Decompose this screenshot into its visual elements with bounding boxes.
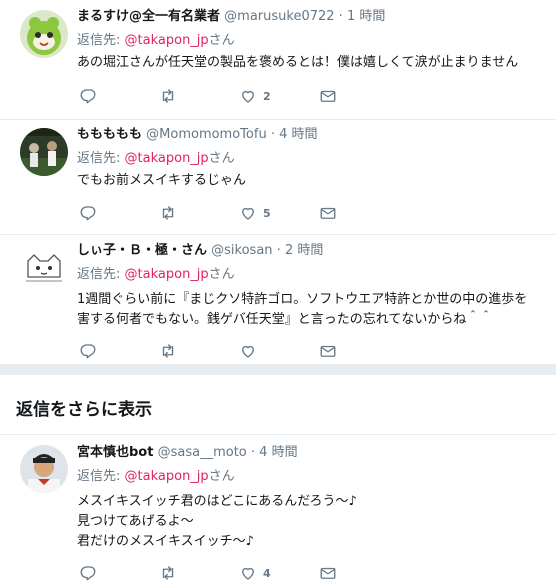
reply-prefix: 返信先: xyxy=(77,469,121,484)
display-name[interactable]: 宮本慎也bot xyxy=(77,445,153,460)
retweet-icon xyxy=(162,344,174,358)
avatar[interactable] xyxy=(20,243,68,291)
username[interactable]: @marusuke0722 xyxy=(224,9,334,24)
section-divider xyxy=(0,365,556,375)
like-count: 5 xyxy=(263,206,271,220)
separator-dot: · xyxy=(250,445,256,460)
avatar[interactable] xyxy=(20,10,68,58)
reply-icon xyxy=(80,206,96,221)
separator-dot: · xyxy=(276,243,281,258)
show-more-label[interactable]: 返信をさらに表示 xyxy=(16,395,152,420)
tweet[interactable]: まるすけ@全一有名業者 @marusuke0722 · 1 時間 返信先: @t… xyxy=(0,0,556,120)
reply-button[interactable] xyxy=(79,86,97,106)
separator-dot: · xyxy=(338,9,343,24)
retweet-icon xyxy=(162,89,174,103)
tweet-header: まるすけ@全一有名業者 @marusuke0722 · 1 時間 xyxy=(77,8,385,26)
reply-button[interactable] xyxy=(79,341,97,361)
reply-prefix: 返信先: xyxy=(77,33,121,48)
like-icon xyxy=(242,90,254,103)
like-icon xyxy=(242,567,254,580)
reply-context: 返信先: @takapon_jpさん xyxy=(77,468,235,486)
display-name[interactable]: しぃ子・Ｂ・極・さん xyxy=(77,243,207,258)
retweet-button[interactable] xyxy=(159,563,177,583)
envelope-icon xyxy=(320,207,336,219)
tweet[interactable]: ももももも @MomomomoTofu · 4 時間 返信先: @takapon… xyxy=(0,120,556,235)
username[interactable]: @sasa__moto xyxy=(158,445,247,460)
dm-button[interactable] xyxy=(319,86,337,106)
like-button[interactable]: 2 xyxy=(239,86,271,106)
retweet-button[interactable] xyxy=(159,341,177,361)
retweet-button[interactable] xyxy=(159,86,177,106)
dm-button[interactable] xyxy=(319,563,337,583)
retweet-icon xyxy=(162,566,174,580)
tweet-line: あの堀江さんが任天堂の製品を褒めるとは！僕は嬉しくて涙が止まりません xyxy=(77,55,519,70)
reply-suffix: さん xyxy=(208,151,235,166)
like-icon xyxy=(242,345,254,358)
dm-button[interactable] xyxy=(319,341,337,361)
reply-button[interactable] xyxy=(79,563,97,583)
like-button[interactable]: 5 xyxy=(239,203,271,223)
like-count: 2 xyxy=(263,89,271,103)
tweet-text: でもお前メスイキするじゃん xyxy=(77,171,246,191)
tweet-text: 1週間ぐらい前に『まじクソ特許ゴロ。ソフトウエア特許とか世の中の進歩を 害する何… xyxy=(77,290,527,330)
reply-icon xyxy=(80,344,96,359)
username[interactable]: @MomomomoTofu xyxy=(146,127,267,142)
timestamp[interactable]: 4 時間 xyxy=(259,445,297,460)
reply-context: 返信先: @takapon_jpさん xyxy=(77,266,235,284)
reply-prefix: 返信先: xyxy=(77,267,121,282)
retweet-button[interactable] xyxy=(159,203,177,223)
envelope-icon xyxy=(320,567,336,579)
envelope-icon xyxy=(320,345,336,357)
tweet-line: 君だけのメスイキスイッチ〜♪ xyxy=(77,534,254,549)
mention-link[interactable]: @takapon_jp xyxy=(125,33,209,48)
mention-link[interactable]: @takapon_jp xyxy=(125,151,209,166)
retweet-icon xyxy=(162,206,174,220)
timestamp[interactable]: 4 時間 xyxy=(279,127,317,142)
mention-link[interactable]: @takapon_jp xyxy=(125,267,209,282)
reply-suffix: さん xyxy=(208,33,235,48)
tweet-line: 見つけてあげるよ〜 xyxy=(77,514,194,529)
reply-icon xyxy=(80,566,96,581)
like-count: 4 xyxy=(263,566,271,580)
reply-suffix: さん xyxy=(208,469,235,484)
like-button[interactable] xyxy=(239,341,263,361)
like-button[interactable]: 4 xyxy=(239,563,271,583)
reply-context: 返信先: @takapon_jpさん xyxy=(77,150,235,168)
username[interactable]: @sikosan xyxy=(211,243,272,258)
envelope-icon xyxy=(320,90,336,102)
tweet-line: メスイキスイッチ君のはどこにあるんだろう〜♪ xyxy=(77,494,357,509)
tweet-text: あの堀江さんが任天堂の製品を褒めるとは！僕は嬉しくて涙が止まりません xyxy=(77,53,518,73)
display-name[interactable]: ももももも xyxy=(77,127,142,142)
timestamp[interactable]: 1 時間 xyxy=(347,9,385,24)
tweet[interactable]: 宮本慎也bot @sasa__moto · 4 時間 返信先: @takapon… xyxy=(0,435,556,581)
dm-button[interactable] xyxy=(319,203,337,223)
mention-link[interactable]: @takapon_jp xyxy=(125,469,209,484)
tweet-header: ももももも @MomomomoTofu · 4 時間 xyxy=(77,126,318,144)
separator-dot: · xyxy=(270,127,275,142)
reply-context: 返信先: @takapon_jpさん xyxy=(77,32,235,50)
show-more-replies[interactable]: 返信をさらに表示 xyxy=(0,375,556,435)
reply-icon xyxy=(80,89,96,104)
display-name[interactable]: まるすけ@全一有名業者 xyxy=(77,9,220,24)
avatar[interactable] xyxy=(20,128,68,176)
tweet-line: 1週間ぐらい前に『まじクソ特許ゴロ。ソフトウエア特許とか世の中の進歩を xyxy=(77,292,528,307)
reply-button[interactable] xyxy=(79,203,97,223)
like-icon xyxy=(242,207,254,220)
avatar[interactable] xyxy=(20,445,68,493)
tweet-header: 宮本慎也bot @sasa__moto · 4 時間 xyxy=(77,444,298,462)
reply-suffix: さん xyxy=(208,267,235,282)
reply-prefix: 返信先: xyxy=(77,151,121,166)
tweet[interactable]: しぃ子・Ｂ・極・さん @sikosan · 2 時間 返信先: @takapon… xyxy=(0,235,556,365)
tweet-line: 害する何者でもない。銭ゲバ任天堂』と言ったの忘れてないからね＾＾ xyxy=(77,312,493,327)
tweet-text: メスイキスイッチ君のはどこにあるんだろう〜♪ 見つけてあげるよ〜 君だけのメスイ… xyxy=(77,492,357,552)
tweet-header: しぃ子・Ｂ・極・さん @sikosan · 2 時間 xyxy=(77,242,323,260)
timestamp[interactable]: 2 時間 xyxy=(285,243,323,258)
tweet-line: でもお前メスイキするじゃん xyxy=(77,173,247,188)
